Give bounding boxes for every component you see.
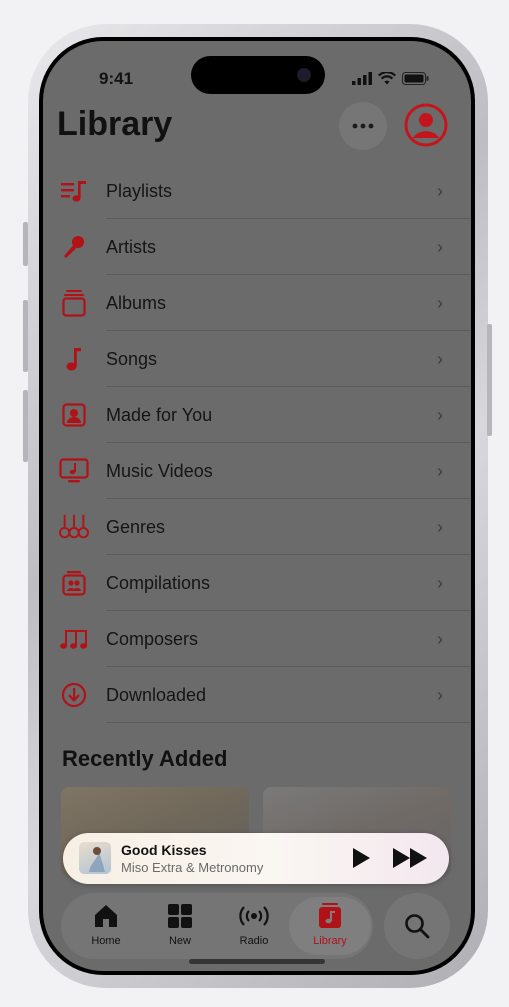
ellipsis-icon (352, 123, 374, 129)
microphone-icon (59, 233, 89, 261)
menu-item-artists[interactable]: Artists › (43, 219, 471, 275)
tab-library[interactable]: Library (295, 893, 365, 959)
menu-item-genres[interactable]: Genres › (43, 499, 471, 555)
menu-item-music-videos[interactable]: Music Videos › (43, 443, 471, 499)
menu-item-label: Compilations (106, 573, 211, 593)
grid-icon (168, 904, 192, 928)
menu-item-label: Albums (106, 293, 167, 313)
now-playing-artwork (79, 842, 111, 874)
library-menu: Playlists › Artists › Albums › Songs › M… (43, 163, 471, 723)
chevron-right-icon: › (437, 573, 443, 593)
tv-music-icon (59, 457, 89, 485)
chevron-right-icon: › (437, 461, 443, 481)
tab-radio[interactable]: Radio (219, 893, 289, 959)
person-circle-icon[interactable] (404, 103, 448, 147)
search-icon (405, 914, 430, 939)
recently-added-heading: Recently Added (62, 746, 228, 771)
playlist-icon (59, 177, 89, 205)
chevron-right-icon: › (437, 629, 443, 649)
status-time: 9:41 (99, 69, 134, 88)
radio-waves-icon (239, 906, 269, 926)
volume-up-button (23, 300, 28, 372)
compilation-icon (59, 569, 89, 597)
chevron-right-icon: › (437, 181, 443, 201)
wifi-icon (378, 72, 396, 85)
mini-player[interactable]: Good Kisses Miso Extra & Metronomy (63, 833, 449, 884)
menu-item-songs[interactable]: Songs › (43, 331, 471, 387)
now-playing-title: Good Kisses (121, 842, 207, 858)
menu-item-label: Genres (106, 517, 166, 537)
library-screen: 9:41 Library Playlists › Artists › Album… (43, 41, 471, 971)
library-note-icon (319, 903, 341, 928)
album-stack-icon (59, 289, 89, 317)
guitars-icon (59, 513, 89, 541)
menu-item-label: Made for You (106, 405, 213, 425)
more-options-button[interactable] (339, 102, 387, 150)
menu-item-downloaded[interactable]: Downloaded › (43, 667, 471, 723)
menu-item-albums[interactable]: Albums › (43, 275, 471, 331)
music-notes-icon (59, 625, 89, 653)
tab-home[interactable]: Home (71, 893, 141, 959)
divider (106, 722, 471, 723)
menu-item-playlists[interactable]: Playlists › (43, 163, 471, 219)
download-circle-icon (59, 681, 89, 709)
now-playing-artist: Miso Extra & Metronomy (121, 860, 264, 875)
menu-item-made-for-you[interactable]: Made for You › (43, 387, 471, 443)
tab-label: New (168, 935, 191, 947)
power-button (487, 324, 492, 436)
menu-item-compilations[interactable]: Compilations › (43, 555, 471, 611)
chevron-right-icon: › (437, 237, 443, 257)
tab-label: Library (313, 935, 347, 947)
house-icon (95, 905, 117, 927)
menu-item-label: Music Videos (106, 461, 213, 481)
chevron-right-icon: › (437, 349, 443, 369)
camera-icon (297, 68, 311, 82)
chevron-right-icon: › (437, 685, 443, 705)
search-button[interactable] (384, 893, 450, 959)
dynamic-island (191, 56, 325, 94)
person-square-icon (59, 401, 89, 429)
menu-item-label: Composers (106, 629, 199, 649)
cellular-signal-icon (352, 72, 372, 85)
menu-item-label: Artists (106, 237, 157, 257)
tab-new[interactable]: New (145, 893, 215, 959)
battery-icon (402, 72, 429, 85)
menu-item-label: Playlists (106, 181, 173, 201)
play-icon[interactable] (350, 847, 372, 869)
menu-item-composers[interactable]: Composers › (43, 611, 471, 667)
fast-forward-icon[interactable] (392, 847, 430, 869)
tab-bar: Home New Radio Library (61, 893, 373, 959)
chevron-right-icon: › (437, 293, 443, 313)
status-icons (352, 72, 429, 85)
tab-label: Home (91, 935, 121, 947)
tab-label: Radio (239, 935, 269, 947)
page-title: Library (57, 105, 173, 143)
menu-item-label: Songs (106, 349, 158, 369)
home-indicator (189, 959, 325, 964)
menu-item-label: Downloaded (106, 685, 207, 705)
action-button (23, 222, 28, 266)
chevron-right-icon: › (437, 517, 443, 537)
volume-down-button (23, 390, 28, 462)
phone-screen: 9:41 Library Playlists › Artists › Album… (39, 37, 475, 975)
music-note-icon (59, 345, 89, 373)
chevron-right-icon: › (437, 405, 443, 425)
